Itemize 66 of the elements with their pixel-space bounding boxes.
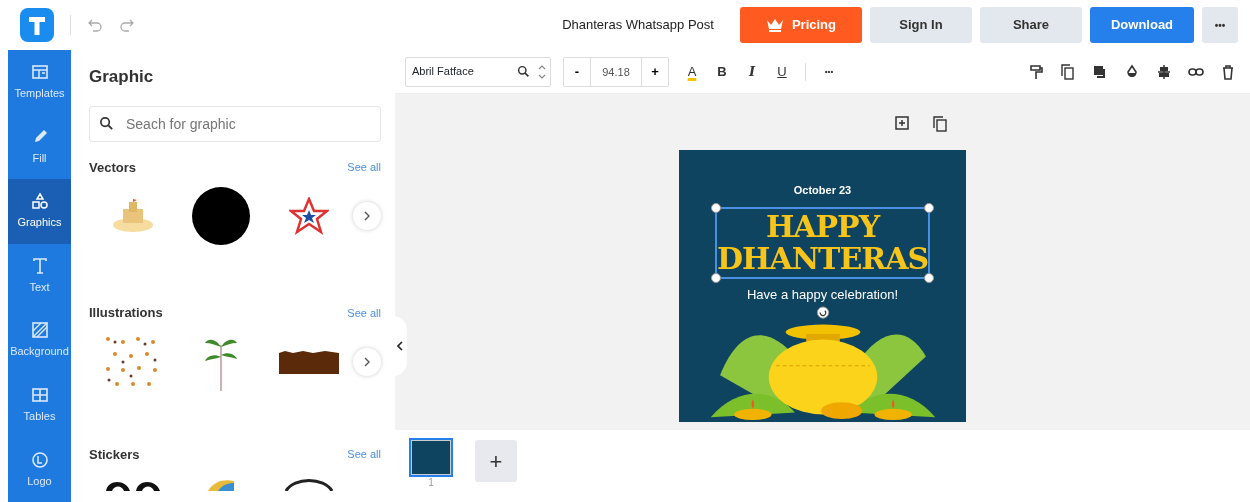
resize-handle[interactable] bbox=[711, 202, 721, 213]
copy-icon[interactable] bbox=[933, 116, 947, 132]
date-text: October 23 bbox=[793, 183, 852, 198]
align-icon[interactable] bbox=[1156, 63, 1172, 80]
template-icon bbox=[30, 63, 49, 82]
more-button[interactable]: ••• bbox=[814, 64, 844, 79]
add-page-icon[interactable] bbox=[895, 116, 909, 130]
download-button[interactable]: Download bbox=[1090, 7, 1194, 43]
header-button[interactable]: Share bbox=[980, 7, 1082, 43]
resize-handle[interactable] bbox=[924, 272, 934, 283]
sidebar-item[interactable]: Graphics bbox=[8, 179, 71, 244]
collapse-panel-button[interactable] bbox=[393, 316, 407, 376]
design-canvas[interactable]: October 23 HAPPY DHANTERAS Have a happy celebration! bbox=[679, 150, 966, 422]
arch-drawing bbox=[284, 477, 334, 491]
text-color-button[interactable]: A bbox=[677, 60, 707, 83]
search-field[interactable]: Seach for graphic bbox=[89, 105, 381, 142]
soil-drawing bbox=[279, 349, 339, 374]
rotate-handle-icon[interactable] bbox=[815, 306, 830, 320]
shapes-icon bbox=[30, 192, 49, 211]
book-icon bbox=[206, 477, 236, 491]
section-title: Illustrations bbox=[89, 304, 163, 322]
underline-button[interactable]: U bbox=[767, 60, 797, 83]
section-title: Stickers bbox=[89, 445, 140, 464]
star-shape bbox=[289, 197, 329, 235]
chevron-right-icon bbox=[364, 356, 370, 367]
font-select[interactable]: Abril Fatface bbox=[405, 56, 551, 87]
subtitle-text: Have a happy celebration! bbox=[746, 285, 898, 304]
header-button[interactable]: Sign In bbox=[870, 7, 972, 43]
sidebar-item[interactable]: Background bbox=[8, 308, 71, 373]
table-icon bbox=[30, 385, 49, 404]
text-icon bbox=[30, 256, 49, 275]
add-page-button[interactable]: + bbox=[475, 440, 517, 482]
trash-icon[interactable] bbox=[1220, 63, 1236, 80]
search-icon bbox=[517, 65, 530, 78]
resize-handle[interactable] bbox=[711, 272, 721, 283]
logo-icon bbox=[30, 450, 49, 469]
circle-shape bbox=[192, 187, 250, 245]
search-icon bbox=[99, 115, 114, 131]
more-button[interactable]: ••• bbox=[1202, 7, 1238, 43]
panel-title: Graphic bbox=[89, 66, 155, 88]
sidebar-item[interactable]: Tables bbox=[8, 372, 71, 438]
see-all-link[interactable]: See all bbox=[347, 446, 381, 463]
font-name: Abril Fatface bbox=[412, 64, 475, 80]
page-number: 1 bbox=[428, 476, 434, 490]
crown-icon bbox=[765, 18, 784, 32]
italic-button[interactable]: I bbox=[737, 60, 767, 83]
sidebar-item[interactable]: Templates bbox=[8, 50, 71, 115]
app-logo[interactable] bbox=[20, 8, 54, 42]
copy-icon[interactable] bbox=[1060, 63, 1076, 80]
page-thumbnail[interactable] bbox=[411, 440, 451, 475]
hatched-square-icon bbox=[30, 321, 49, 340]
sidebar-item[interactable]: Text bbox=[8, 243, 71, 309]
layers-icon[interactable] bbox=[1092, 63, 1108, 80]
sidebar-item[interactable]: Fill bbox=[8, 114, 71, 180]
resize-handle[interactable] bbox=[924, 202, 934, 213]
drop-icon[interactable] bbox=[1124, 63, 1140, 80]
bold-button[interactable]: B bbox=[707, 60, 737, 83]
sandcastle-icon bbox=[111, 199, 155, 233]
sidebar-item[interactable]: Logo bbox=[8, 437, 71, 502]
chevron-left-icon bbox=[397, 341, 403, 351]
section-title: Vectors bbox=[89, 158, 136, 177]
see-all-link[interactable]: See all bbox=[347, 159, 381, 176]
chevron-right-icon bbox=[364, 211, 370, 221]
see-all-link[interactable]: See all bbox=[347, 304, 381, 321]
document-title[interactable]: Dhanteras Whatsapp Post bbox=[562, 15, 714, 35]
paint-roller-icon[interactable] bbox=[1028, 63, 1044, 80]
